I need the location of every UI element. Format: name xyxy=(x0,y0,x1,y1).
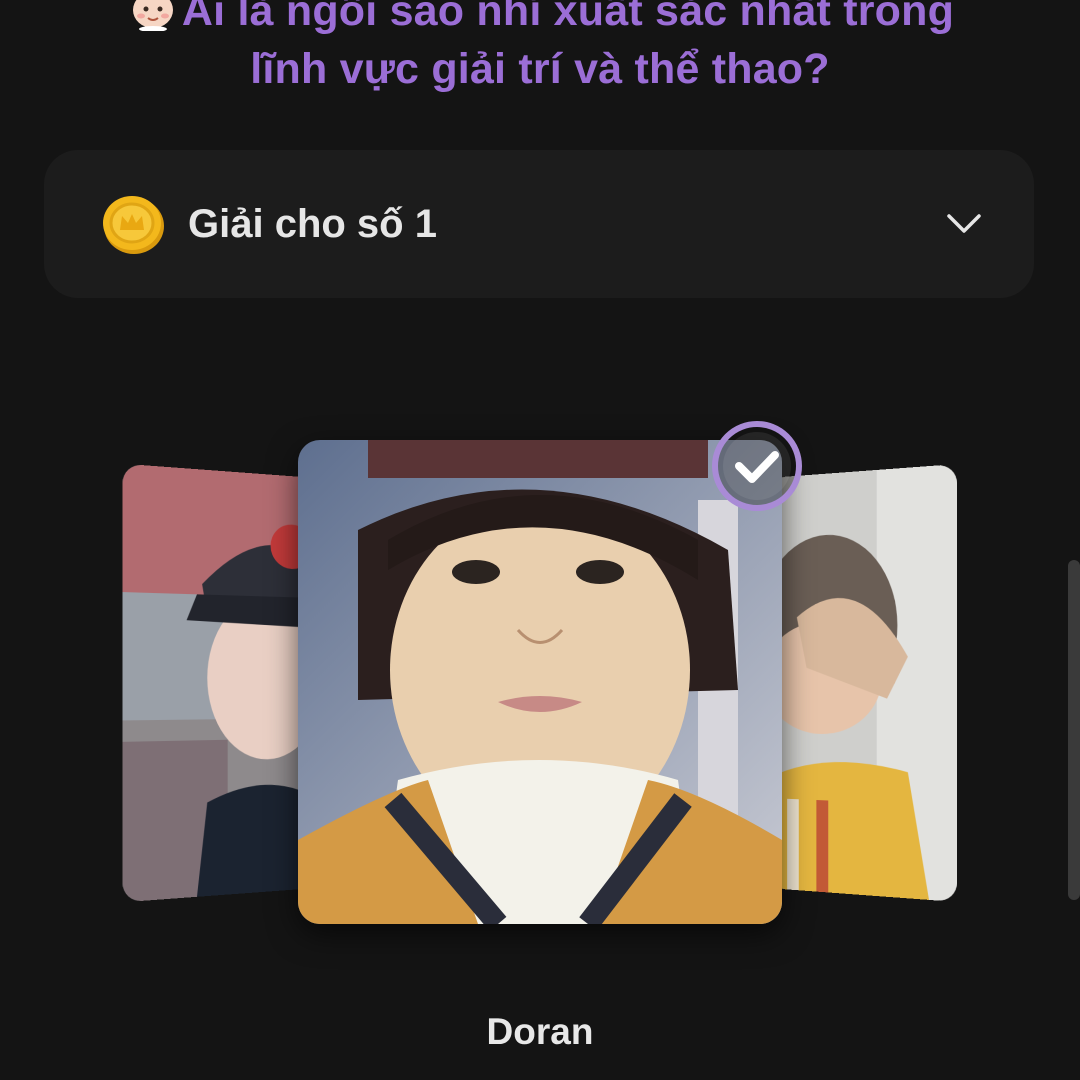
scrollbar[interactable] xyxy=(1068,560,1080,900)
prize-selector[interactable]: Giải cho số 1 xyxy=(44,150,1034,298)
selected-candidate-name: Doran xyxy=(486,1011,594,1052)
question-line-1: Ai là ngôi sao nhí xuất sắc nhất trong xyxy=(181,0,955,35)
prize-label: Giải cho số 1 xyxy=(188,202,437,246)
candidate-photo-left[interactable] xyxy=(122,463,316,903)
question-title: Ai là ngôi sao nhí xuất sắc nhất trong l… xyxy=(40,0,1040,98)
baby-face-icon xyxy=(126,0,180,32)
candidate-photo-selected[interactable] xyxy=(298,440,782,924)
gold-coin-icon xyxy=(100,192,166,256)
chevron-down-icon[interactable] xyxy=(946,208,982,238)
question-line-2: lĩnh vực giải trí và thể thao? xyxy=(250,45,830,93)
check-circle-icon xyxy=(711,420,803,512)
candidate-photo-right[interactable] xyxy=(768,464,957,902)
